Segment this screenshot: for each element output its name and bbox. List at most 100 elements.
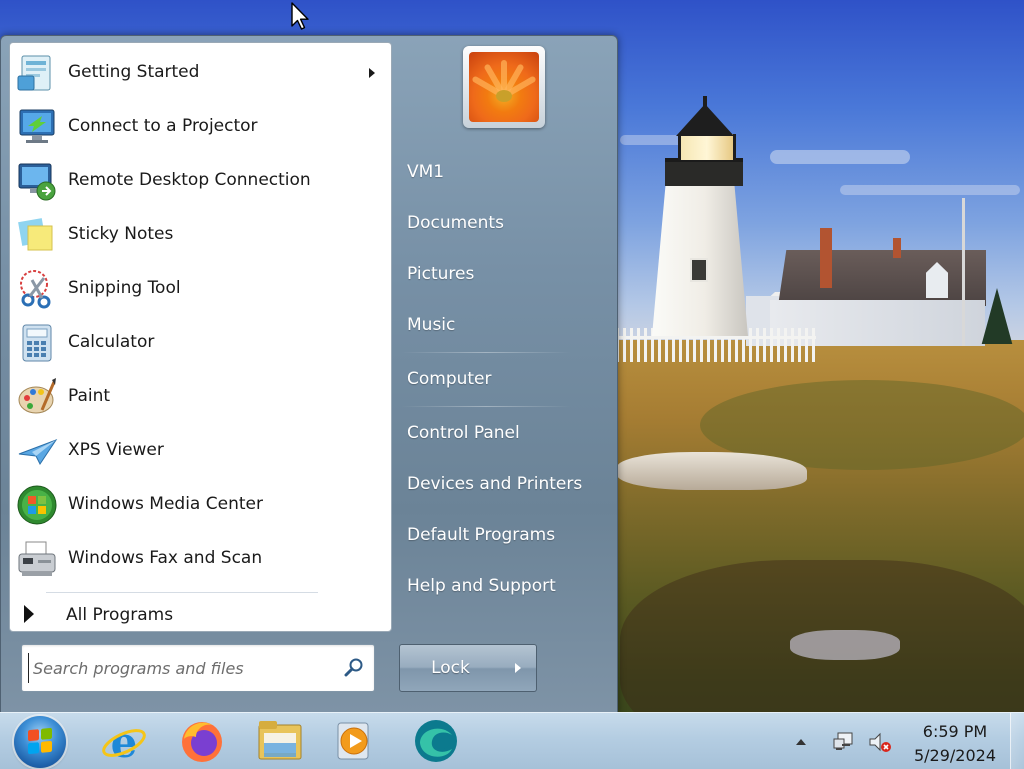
house-roof [778, 250, 986, 306]
place-documents[interactable]: Documents [397, 205, 593, 241]
paint-palette-icon [18, 378, 56, 414]
file-explorer-icon[interactable] [256, 717, 304, 765]
all-programs-label: All Programs [66, 605, 174, 625]
windows-logo-icon [28, 727, 52, 755]
wallpaper-cloud [770, 150, 910, 164]
program-label: Calculator [68, 332, 155, 352]
fence-rail [616, 336, 816, 339]
search-box[interactable] [21, 644, 375, 692]
place-label: Documents [407, 213, 504, 233]
xps-viewer-icon [18, 438, 58, 465]
lighthouse-window [690, 258, 708, 282]
program-label: Windows Fax and Scan [68, 548, 263, 568]
fax-scan-icon [18, 541, 56, 576]
program-label: Remote Desktop Connection [68, 170, 311, 190]
mouse-cursor-icon [291, 2, 309, 30]
place-label: Devices and Printers [407, 474, 583, 494]
place-label: Help and Support [407, 576, 556, 596]
program-label: Getting Started [68, 62, 200, 82]
wallpaper-cloud [840, 185, 1020, 195]
flower-center [496, 90, 512, 102]
all-programs-button[interactable]: All Programs [10, 597, 391, 631]
program-label: Sticky Notes [68, 224, 174, 244]
program-label: Connect to a Projector [68, 116, 258, 136]
place-label: Pictures [407, 264, 475, 284]
taskbar: e 6:59 PM 5/29/2024 [0, 712, 1024, 769]
programs-pane: Getting Started Connect to a Projector R… [9, 42, 392, 632]
calculator-icon [22, 324, 52, 362]
program-label: Windows Media Center [68, 494, 263, 514]
program-sticky-notes[interactable]: Sticky Notes [10, 209, 391, 261]
shutdown-options-button[interactable] [501, 644, 537, 692]
program-calculator[interactable]: Calculator [10, 317, 391, 369]
user-picture-flower [469, 52, 539, 122]
chevron-right-icon [515, 663, 521, 673]
getting-started-icon [17, 55, 51, 91]
firefox-icon[interactable] [178, 717, 226, 765]
search-input[interactable] [28, 653, 345, 683]
show-hidden-icons-icon[interactable] [796, 739, 806, 745]
flag-pole [962, 198, 965, 346]
places-pane: VM1 Documents Pictures Music Computer Co… [391, 36, 617, 713]
place-label: VM1 [407, 162, 445, 182]
svg-text:e: e [111, 718, 138, 765]
program-media-center[interactable]: Windows Media Center [10, 479, 391, 531]
user-picture[interactable] [463, 46, 545, 128]
start-menu: Getting Started Connect to a Projector R… [0, 35, 618, 714]
lighthouse-spire [703, 96, 707, 108]
media-center-icon [17, 485, 57, 525]
place-label: Music [407, 315, 456, 335]
lock-button[interactable]: Lock [399, 644, 502, 692]
place-label: Default Programs [407, 525, 556, 545]
clock-time[interactable]: 6:59 PM [905, 722, 1005, 741]
start-button[interactable] [14, 716, 66, 768]
program-paint[interactable]: Paint [10, 371, 391, 423]
logo-yellow [41, 740, 52, 753]
logo-red [28, 729, 39, 742]
wallpaper-rock [790, 630, 900, 660]
program-connect-projector[interactable]: Connect to a Projector [10, 101, 391, 153]
scissors-icon [20, 270, 51, 309]
program-remote-desktop[interactable]: Remote Desktop Connection [10, 155, 391, 207]
program-getting-started[interactable]: Getting Started [10, 47, 391, 99]
place-computer[interactable]: Computer [397, 361, 593, 397]
remote-desktop-icon [18, 163, 56, 201]
program-label: XPS Viewer [68, 440, 164, 460]
search-icon[interactable] [344, 657, 364, 677]
place-label: Computer [407, 369, 492, 389]
places-separator [401, 406, 571, 407]
program-fax-scan[interactable]: Windows Fax and Scan [10, 533, 391, 585]
submenu-arrow-icon[interactable] [369, 68, 375, 78]
house-chimney [820, 228, 832, 288]
programs-divider [46, 592, 318, 593]
clock-date[interactable]: 5/29/2024 [905, 746, 1005, 765]
place-control-panel[interactable]: Control Panel [397, 415, 593, 451]
place-pictures[interactable]: Pictures [397, 256, 593, 292]
lock-button-label: Lock [431, 658, 470, 678]
program-xps-viewer[interactable]: XPS Viewer [10, 425, 391, 477]
place-music[interactable]: Music [397, 307, 593, 343]
place-devices-printers[interactable]: Devices and Printers [397, 466, 593, 502]
internet-explorer-icon[interactable]: e [100, 717, 148, 765]
program-snipping-tool[interactable]: Snipping Tool [10, 263, 391, 315]
show-desktop-button[interactable] [1010, 713, 1024, 769]
projector-icon [19, 109, 55, 143]
logo-green [41, 727, 52, 740]
sticky-notes-icon [18, 218, 53, 251]
program-label: Paint [68, 386, 111, 406]
lighthouse-lantern [678, 134, 736, 160]
places-separator [401, 352, 571, 353]
logo-blue [28, 742, 39, 755]
place-default-programs[interactable]: Default Programs [397, 517, 593, 553]
volume-muted-icon[interactable] [868, 731, 894, 753]
program-label: Snipping Tool [68, 278, 181, 298]
place-user-folder[interactable]: VM1 [397, 154, 593, 190]
place-label: Control Panel [407, 423, 520, 443]
media-player-icon[interactable] [332, 717, 380, 765]
all-programs-arrow-icon [24, 605, 34, 623]
place-help-support[interactable]: Help and Support [397, 568, 593, 604]
wallpaper-rock [617, 452, 807, 490]
network-icon[interactable] [832, 731, 856, 753]
edge-icon[interactable] [412, 717, 460, 765]
house-chimney [893, 238, 901, 258]
